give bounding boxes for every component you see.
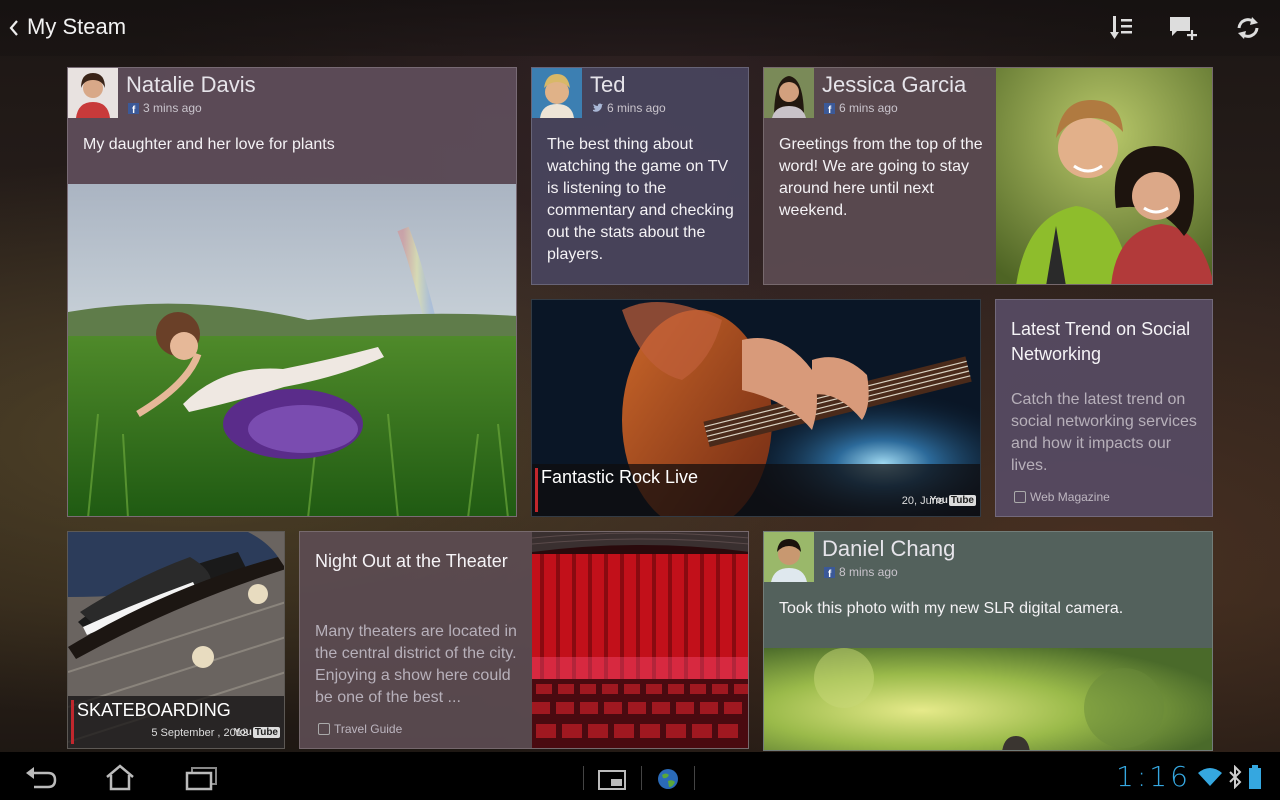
author-name[interactable]: Ted bbox=[590, 72, 625, 98]
girl-in-field-photo[interactable] bbox=[68, 184, 517, 517]
bluetooth-icon bbox=[1229, 765, 1242, 789]
back-icon[interactable] bbox=[24, 765, 58, 791]
caption-bar: Fantastic Rock Live 20, June You Tube bbox=[532, 464, 980, 516]
browser-icon[interactable] bbox=[656, 767, 680, 791]
author-name[interactable]: Natalie Davis bbox=[126, 72, 256, 98]
source-name: Web Magazine bbox=[1030, 490, 1110, 504]
post-time: 3 mins ago bbox=[143, 101, 202, 115]
hiking-couple-photo[interactable] bbox=[996, 68, 1213, 285]
facebook-icon: f bbox=[824, 102, 835, 114]
post-card-ted[interactable]: Ted 6 mins ago The best thing about watc… bbox=[531, 67, 749, 285]
post-card-natalie[interactable]: Natalie Davis f 3 mins ago My daughter a… bbox=[67, 67, 517, 517]
avatar bbox=[68, 68, 118, 118]
post-time: 8 mins ago bbox=[839, 565, 898, 579]
author-name[interactable]: Jessica Garcia bbox=[822, 72, 966, 98]
article-source: Web Magazine bbox=[1014, 490, 1110, 504]
divider bbox=[694, 766, 695, 790]
article-title[interactable]: Night Out at the Theater bbox=[315, 549, 525, 574]
youtube-icon: You Tube bbox=[929, 495, 976, 506]
post-text: The best thing about watching the game o… bbox=[547, 136, 734, 263]
clock[interactable]: 1:16 bbox=[1116, 760, 1191, 793]
post-meta: f 3 mins ago bbox=[128, 101, 202, 115]
screenshot-icon[interactable] bbox=[597, 769, 627, 791]
post-text: Greetings from the top of the word! We a… bbox=[779, 136, 983, 219]
article-body: Catch the latest trend on social network… bbox=[1011, 391, 1197, 474]
article-card-theater[interactable]: Night Out at the Theater Many theaters a… bbox=[299, 531, 749, 749]
post-text: Took this photo with my new SLR digital … bbox=[779, 600, 1124, 617]
article-card-trend[interactable]: Latest Trend on Social Networking Catch … bbox=[995, 299, 1213, 517]
caption-bar: SKATEBOARDING 5 September , 2012 You Tube bbox=[68, 696, 284, 748]
facebook-icon: f bbox=[128, 102, 139, 114]
source-name: Travel Guide bbox=[334, 722, 403, 736]
post-time: 6 mins ago bbox=[607, 101, 666, 115]
refresh-icon[interactable] bbox=[1233, 14, 1263, 42]
theater-photo[interactable] bbox=[532, 532, 749, 749]
new-post-icon[interactable] bbox=[1168, 14, 1198, 42]
post-card-daniel[interactable]: Daniel Chang f 8 mins ago Took this phot… bbox=[763, 531, 1213, 751]
recent-apps-icon[interactable] bbox=[184, 765, 218, 791]
author-name[interactable]: Daniel Chang bbox=[822, 536, 955, 562]
sort-icon[interactable] bbox=[1105, 14, 1135, 42]
blurred-nature-photo[interactable] bbox=[764, 648, 1213, 751]
post-meta: f 6 mins ago bbox=[824, 101, 898, 115]
wifi-icon bbox=[1198, 768, 1222, 786]
video-card-rock[interactable]: Fantastic Rock Live 20, June You Tube bbox=[531, 299, 981, 517]
facebook-icon: f bbox=[824, 566, 835, 578]
divider bbox=[583, 766, 584, 790]
youtube-icon: You Tube bbox=[233, 727, 280, 738]
battery-icon bbox=[1249, 765, 1261, 789]
video-title[interactable]: SKATEBOARDING bbox=[77, 700, 231, 721]
accent-bar bbox=[535, 468, 538, 512]
accent-bar bbox=[71, 700, 74, 744]
avatar bbox=[764, 68, 814, 118]
post-meta: 6 mins ago bbox=[592, 101, 666, 115]
home-icon[interactable] bbox=[104, 763, 136, 791]
video-card-skate[interactable]: SKATEBOARDING 5 September , 2012 You Tube bbox=[67, 531, 285, 749]
avatar bbox=[764, 532, 814, 582]
post-meta: f 8 mins ago bbox=[824, 565, 898, 579]
post-card-jessica[interactable]: Jessica Garcia f 6 mins ago Greetings fr… bbox=[763, 67, 1213, 285]
rss-icon bbox=[1014, 491, 1026, 503]
action-bar: My Steam bbox=[0, 0, 1280, 56]
twitter-icon bbox=[593, 102, 603, 112]
video-title[interactable]: Fantastic Rock Live bbox=[541, 467, 698, 488]
post-time: 6 mins ago bbox=[839, 101, 898, 115]
article-body: Many theaters are located in the central… bbox=[315, 623, 517, 706]
avatar bbox=[532, 68, 582, 118]
back-chevron-icon[interactable] bbox=[6, 16, 22, 40]
article-source: Travel Guide bbox=[318, 722, 402, 736]
rss-icon bbox=[318, 723, 330, 735]
app-title[interactable]: My Steam bbox=[27, 14, 126, 40]
divider bbox=[641, 766, 642, 790]
article-title[interactable]: Latest Trend on Social Networking bbox=[1011, 317, 1206, 367]
post-text: My daughter and her love for plants bbox=[83, 136, 335, 153]
